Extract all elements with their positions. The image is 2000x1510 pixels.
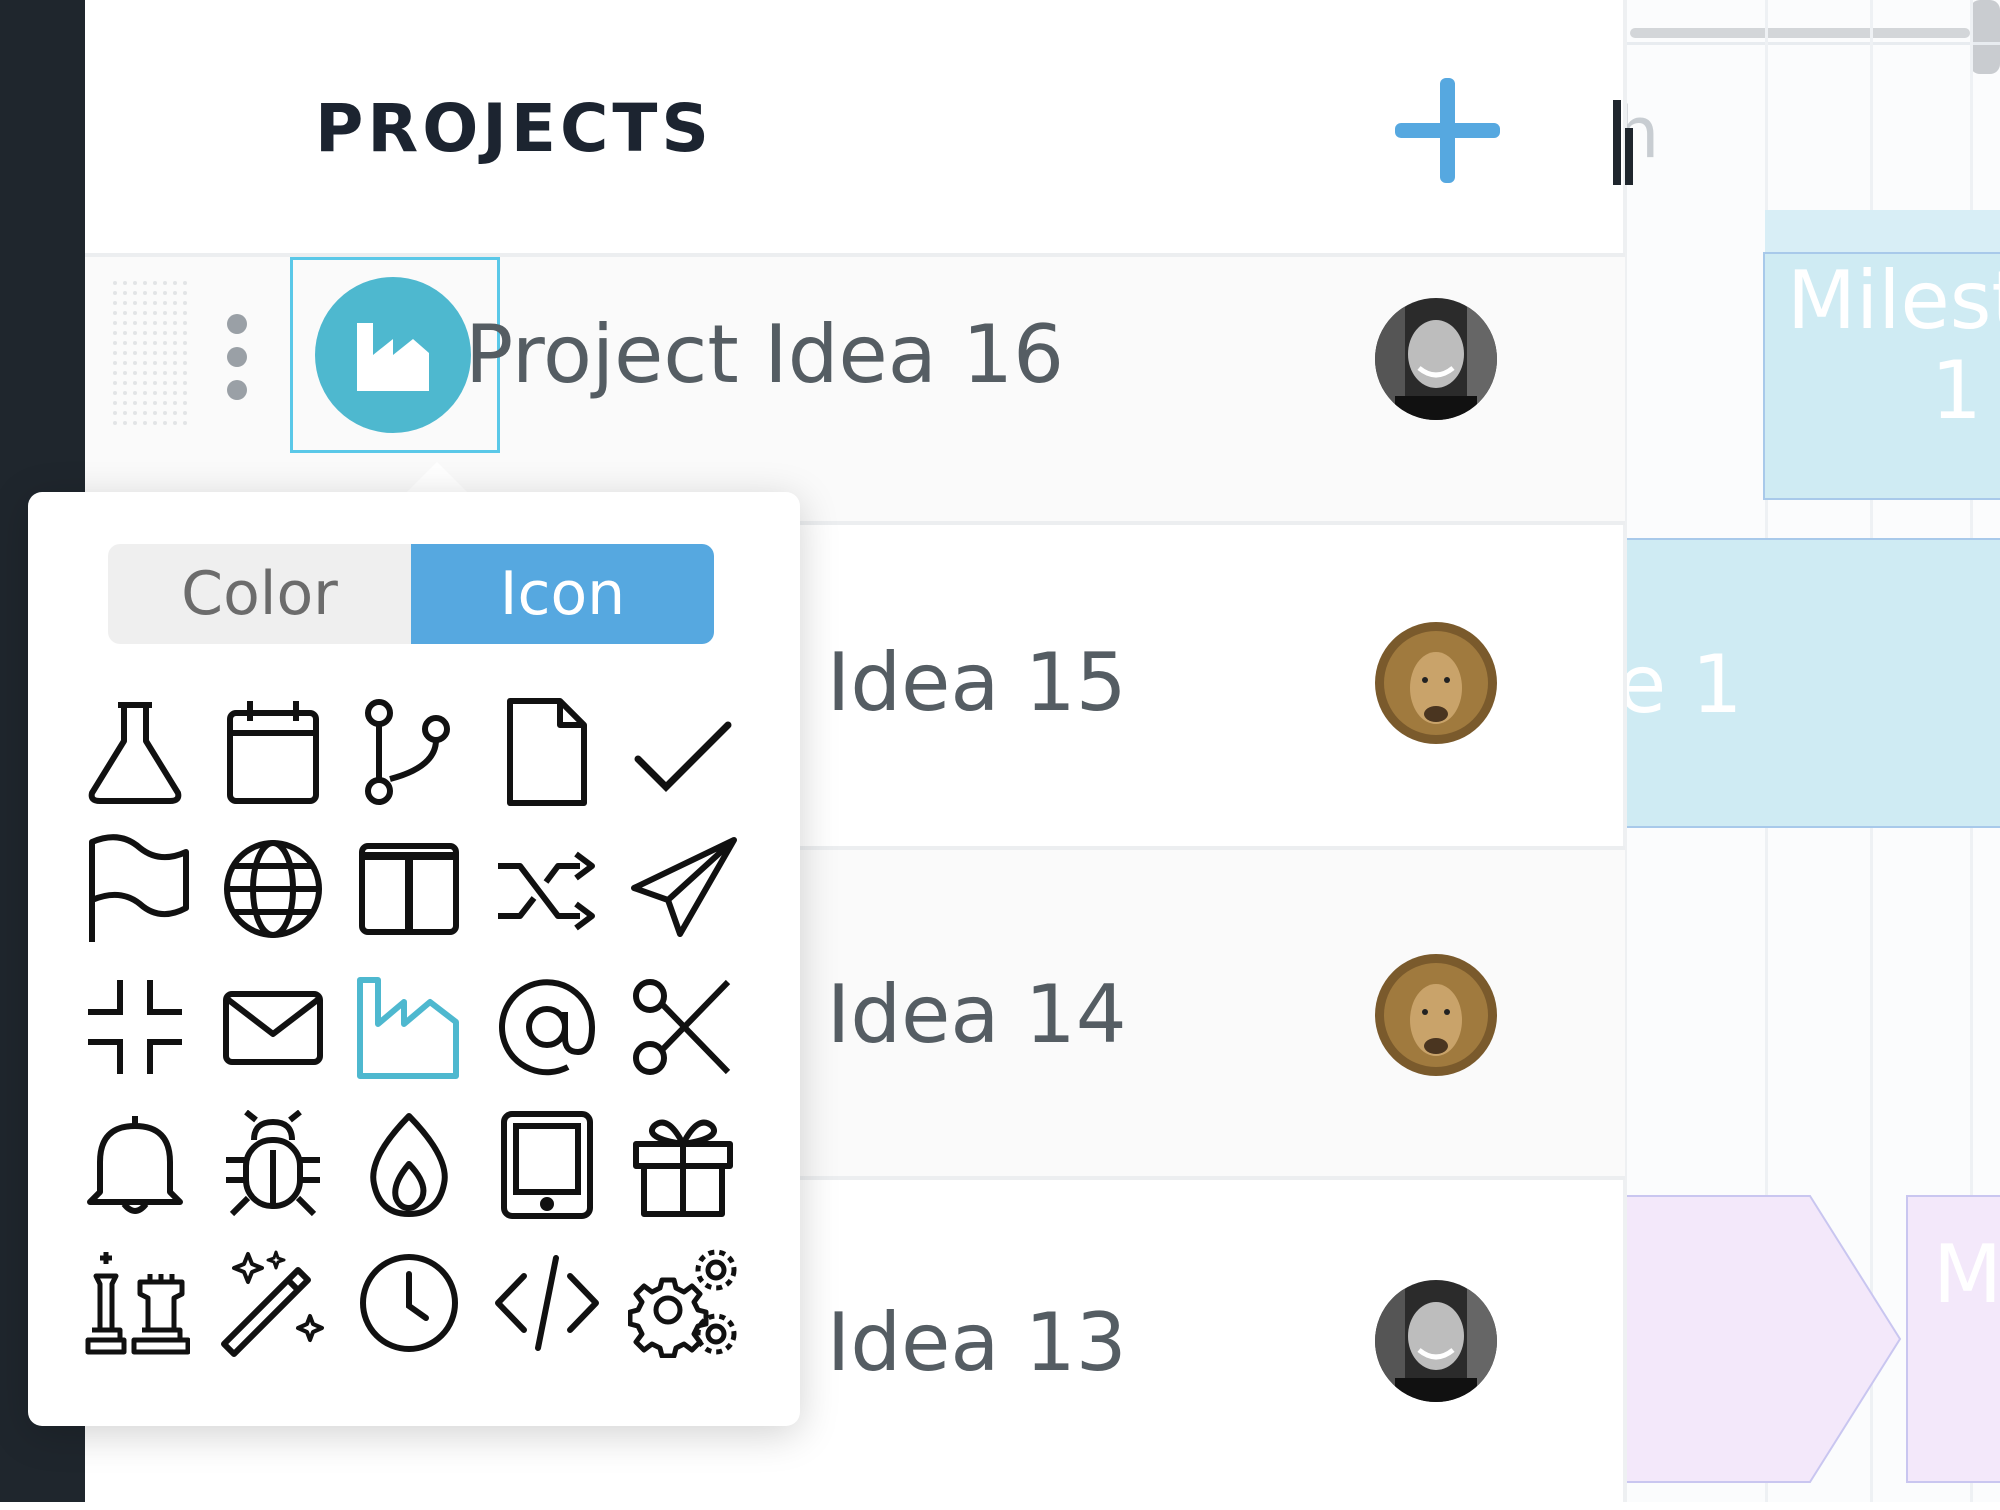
avatar[interactable] (1375, 622, 1497, 744)
milestone-bar[interactable]: Milest 1 (1763, 252, 2000, 500)
shuffle-icon[interactable] (492, 834, 602, 944)
factory-icon[interactable] (354, 972, 464, 1082)
drag-handle-icon[interactable] (112, 280, 190, 430)
resize-handle-right[interactable] (1625, 128, 1633, 185)
milestone-arrow-bar[interactable]: M (1625, 1192, 2000, 1492)
milestone-label: M (1933, 1228, 2000, 1321)
timeline-header-line (1625, 42, 2000, 45)
paper-plane-icon[interactable] (628, 834, 738, 944)
kebab-menu-icon[interactable] (225, 312, 249, 402)
icon-tab[interactable]: Icon (411, 544, 714, 644)
at-sign-icon[interactable] (492, 972, 602, 1082)
avatar[interactable] (1375, 1280, 1497, 1402)
flask-icon[interactable] (80, 697, 190, 807)
avatar[interactable] (1375, 954, 1497, 1076)
page-title: PROJECTS (315, 90, 713, 167)
file-icon[interactable] (492, 697, 602, 807)
project-title[interactable]: Project Idea 16 (465, 308, 1064, 401)
tablet-icon[interactable] (492, 1110, 602, 1220)
timeline-scrollbar[interactable] (1630, 28, 1970, 38)
milestone-bar[interactable]: e 1 (1625, 538, 2000, 828)
factory-icon (357, 323, 429, 391)
lion-avatar-icon (1375, 954, 1497, 1076)
gift-icon[interactable] (628, 1110, 738, 1220)
project-icon-badge[interactable] (315, 277, 471, 433)
project-title[interactable]: t Idea 15 (770, 636, 1127, 729)
chess-icon[interactable] (80, 1248, 191, 1358)
resize-handle-left[interactable] (1613, 100, 1621, 185)
scissors-icon[interactable] (628, 972, 738, 1082)
globe-icon[interactable] (218, 834, 328, 944)
milestone-label: e 1 (1625, 638, 1743, 731)
code-icon[interactable] (492, 1248, 602, 1358)
calendar-icon[interactable] (218, 697, 328, 807)
bell-icon[interactable] (80, 1110, 190, 1220)
picker-mode-toggle: Color Icon (108, 544, 714, 644)
man-avatar-icon (1375, 1280, 1497, 1402)
popover-arrow (405, 462, 469, 494)
project-title[interactable]: t Idea 13 (770, 1296, 1127, 1389)
magic-wand-icon[interactable] (218, 1248, 328, 1358)
bug-icon[interactable] (218, 1109, 328, 1220)
check-icon[interactable] (628, 697, 738, 807)
milestone-label: Milest (1787, 254, 2000, 347)
lion-avatar-icon (1375, 622, 1497, 744)
avatar[interactable] (1375, 298, 1497, 420)
flame-icon[interactable] (354, 1110, 464, 1220)
clock-icon[interactable] (354, 1248, 464, 1358)
timeline-scroll-thumb[interactable] (1970, 0, 2000, 74)
milestone-sub: 1 (1931, 344, 1982, 437)
man-avatar-icon (1375, 298, 1497, 420)
columns-icon[interactable] (354, 834, 464, 944)
gears-icon[interactable] (627, 1248, 738, 1359)
flag-icon[interactable] (80, 834, 190, 944)
git-branch-icon[interactable] (354, 697, 464, 807)
color-tab[interactable]: Color (108, 544, 411, 644)
icon-picker-popover: Color Icon (28, 492, 800, 1426)
add-project-button[interactable] (1395, 78, 1500, 183)
minimize-icon[interactable] (80, 972, 190, 1082)
project-title[interactable]: t Idea 14 (770, 968, 1127, 1061)
timeline-area: h Milest 1 e 1 M (1625, 0, 2000, 1502)
mail-icon[interactable] (218, 972, 328, 1082)
